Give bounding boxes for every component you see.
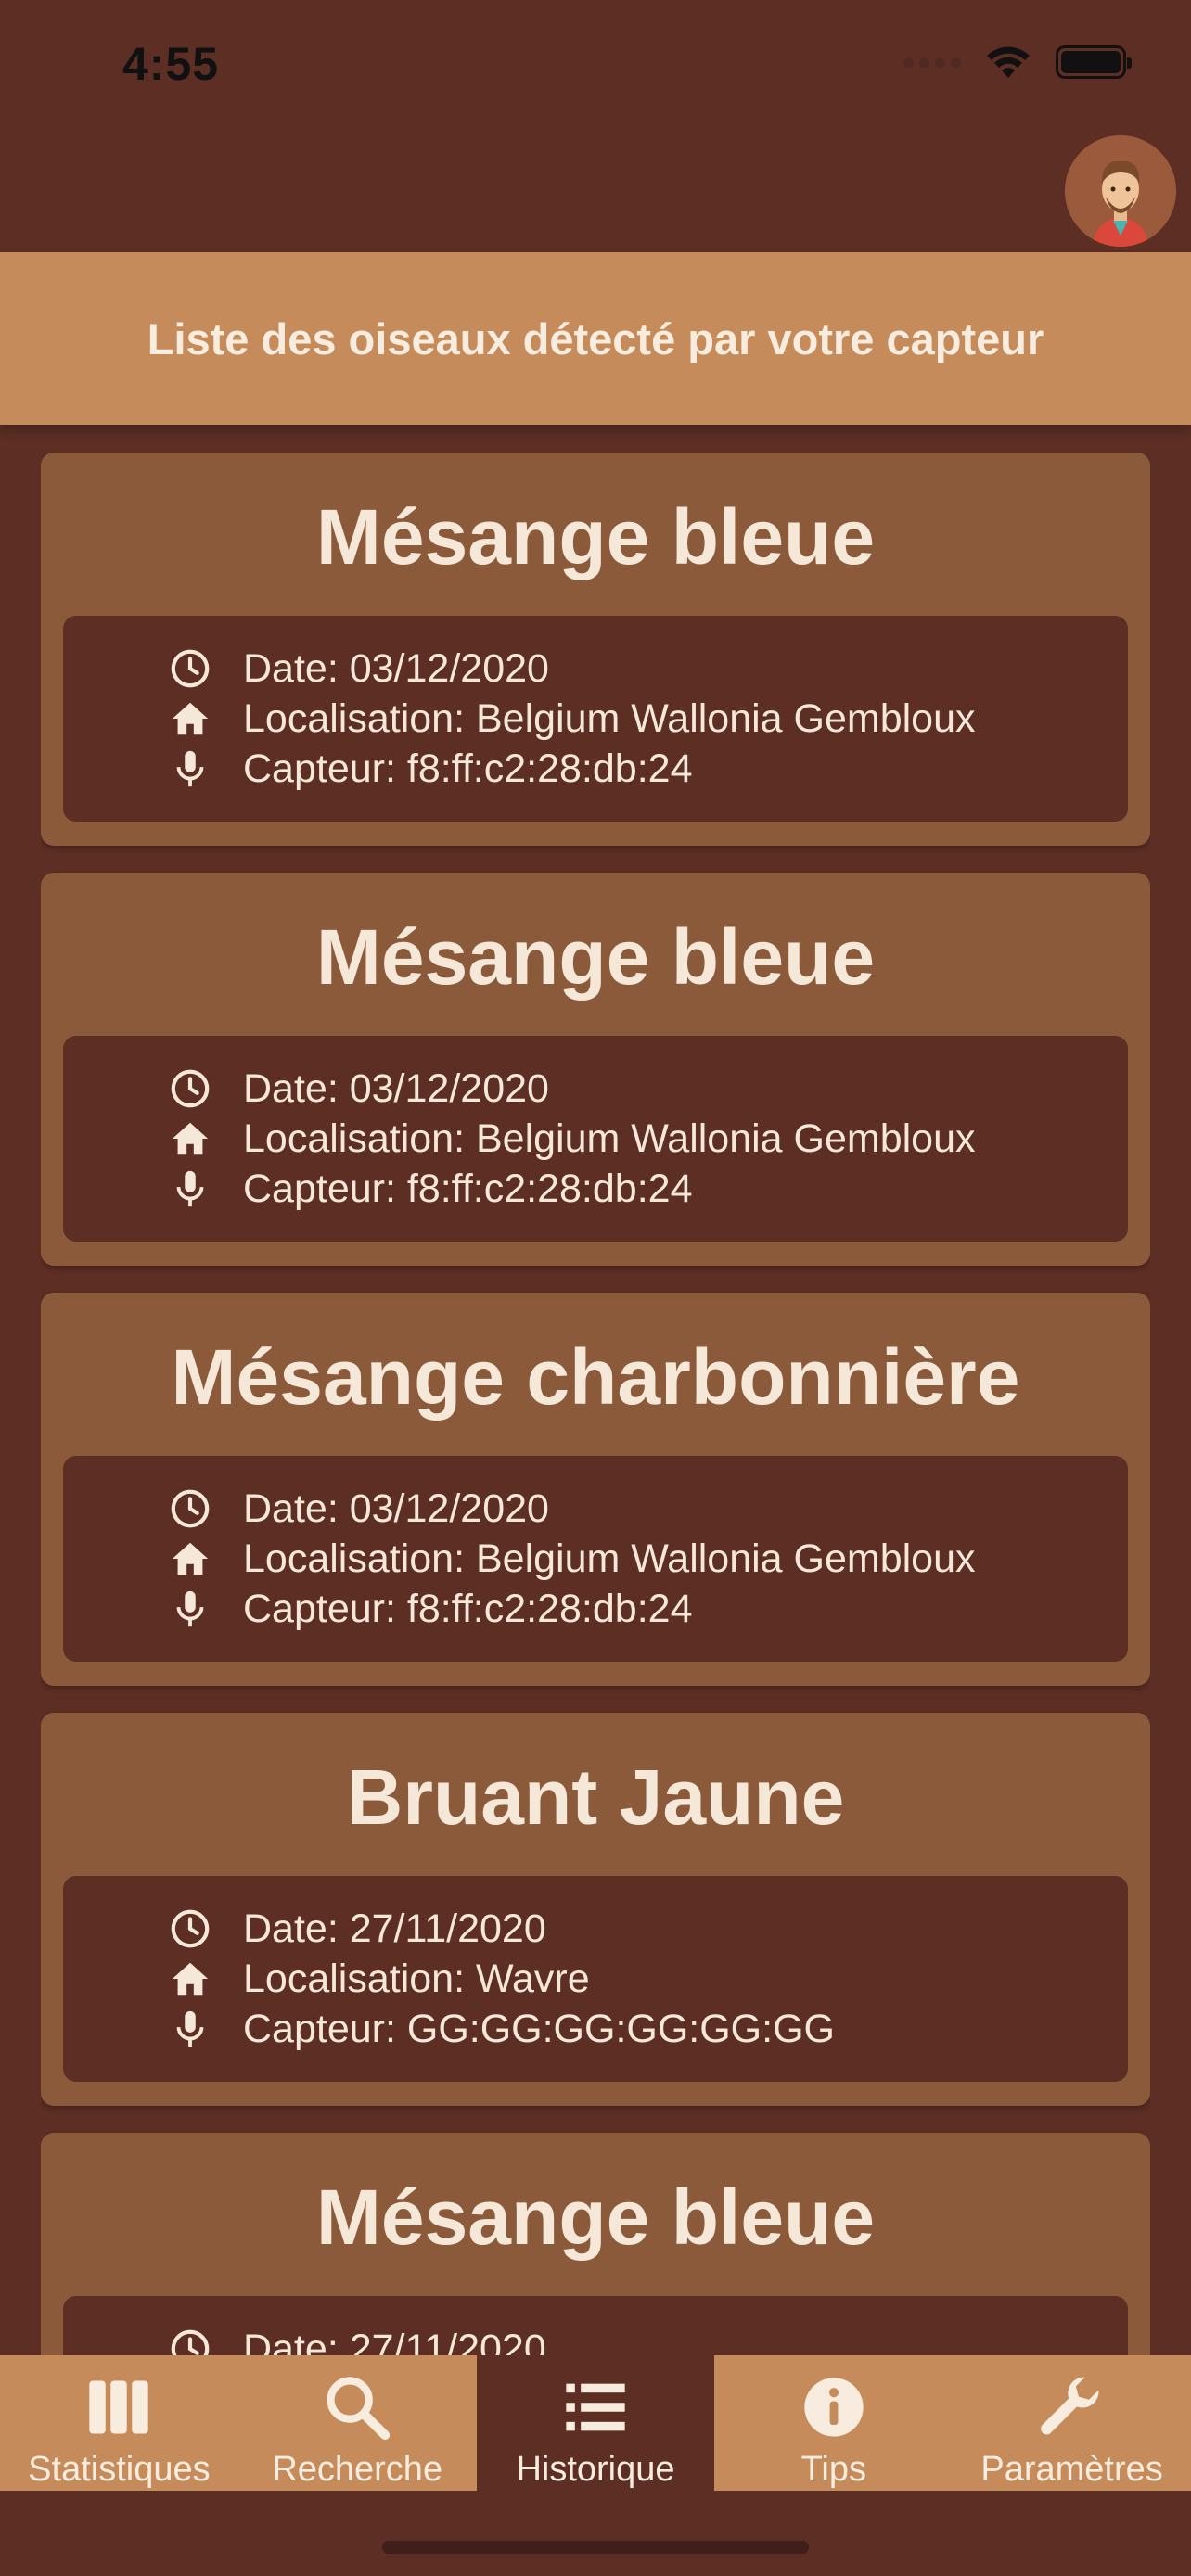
search-icon (320, 2372, 394, 2442)
status-time: 4:55 (122, 38, 220, 90)
tab-bar: Statistiques Recherche Historique Tips P… (0, 2355, 1191, 2491)
detection-date: Date: 03/12/2020 (243, 1486, 549, 1531)
detection-details: Date: 03/12/2020 Localisation: Belgium W… (63, 1036, 1128, 1242)
date-row: Date: 03/12/2020 (63, 1484, 1128, 1534)
date-row: Date: 03/12/2020 (63, 644, 1128, 694)
home-indicator[interactable] (382, 2541, 809, 2554)
wifi-icon (987, 46, 1030, 78)
bird-name: Mésange charbonnière (171, 1333, 1020, 1421)
location-row: Localisation: Wavre (63, 1954, 1128, 2004)
info-icon (797, 2372, 871, 2442)
detection-details: Date: 03/12/2020 Localisation: Belgium W… (63, 616, 1128, 822)
microphone-icon (165, 1164, 215, 1214)
cellular-signal-icon (903, 57, 961, 68)
location-row: Localisation: Belgium Wallonia Gembloux (63, 1534, 1128, 1584)
clock-icon (165, 1484, 215, 1534)
bird-name: Mésange bleue (315, 492, 876, 580)
status-icons (903, 45, 1132, 80)
date-row: Date: 27/11/2020 (63, 2324, 1128, 2355)
page-title: Liste des oiseaux détecté par votre capt… (147, 313, 1044, 363)
bird-name: Bruant Jaune (346, 1753, 845, 1841)
detection-location: Localisation: Belgium Wallonia Gembloux (243, 1536, 976, 1581)
home-icon (165, 1534, 215, 1584)
detection-sensor: Capteur: f8:ff:c2:28:db:24 (243, 1586, 693, 1631)
detection-card[interactable]: Mésange bleue Date: 03/12/2020 Localisat… (41, 453, 1150, 846)
status-bar: 4:55 (0, 0, 1191, 130)
detection-card[interactable]: Mésange bleue Date: 03/12/2020 Localisat… (41, 873, 1150, 1266)
microphone-icon (165, 1584, 215, 1634)
detection-details: Date: 27/11/2020 Localisation: Wavre Cap… (63, 1876, 1128, 2082)
tab-historique[interactable]: Historique (476, 2355, 715, 2491)
microphone-icon (165, 744, 215, 794)
detection-date: Date: 27/11/2020 (243, 2326, 546, 2356)
detection-card[interactable]: Bruant Jaune Date: 27/11/2020 Localisati… (41, 1713, 1150, 2106)
date-row: Date: 03/12/2020 (63, 1064, 1128, 1114)
location-row: Localisation: Belgium Wallonia Gembloux (63, 1114, 1128, 1164)
clock-icon (165, 2324, 215, 2355)
home-icon (165, 694, 215, 744)
bar-chart-icon (82, 2372, 156, 2442)
clock-icon (165, 1904, 215, 1954)
detection-card[interactable]: Mésange bleue Date: 27/11/2020 (41, 2133, 1150, 2355)
detection-card[interactable]: Mésange charbonnière Date: 03/12/2020 Lo… (41, 1293, 1150, 1686)
list-icon (558, 2372, 633, 2442)
avatar[interactable] (1065, 135, 1176, 247)
clock-icon (165, 644, 215, 694)
tab-parametres[interactable]: Paramètres (953, 2355, 1191, 2491)
tab-statistiques[interactable]: Statistiques (0, 2355, 238, 2491)
bird-name: Mésange bleue (315, 2173, 876, 2261)
date-row: Date: 27/11/2020 (63, 1904, 1128, 1954)
detection-location: Localisation: Belgium Wallonia Gembloux (243, 695, 976, 741)
detection-location: Localisation: Belgium Wallonia Gembloux (243, 1116, 976, 1161)
detection-date: Date: 03/12/2020 (243, 645, 549, 691)
battery-icon (1056, 45, 1132, 79)
detection-sensor: Capteur: f8:ff:c2:28:db:24 (243, 1166, 693, 1211)
detection-details: Date: 03/12/2020 Localisation: Belgium W… (63, 1456, 1128, 1662)
wrench-icon (1035, 2372, 1109, 2442)
sensor-row: Capteur: f8:ff:c2:28:db:24 (63, 1584, 1128, 1634)
tab-label: Recherche (272, 2450, 443, 2489)
bird-name: Mésange bleue (315, 912, 876, 1001)
home-icon (165, 1114, 215, 1164)
tab-label: Paramètres (980, 2450, 1163, 2489)
detection-location: Localisation: Wavre (243, 1956, 590, 2001)
detection-sensor: Capteur: GG:GG:GG:GG:GG:GG (243, 2006, 835, 2051)
detection-date: Date: 03/12/2020 (243, 1065, 549, 1111)
sensor-row: Capteur: f8:ff:c2:28:db:24 (63, 1164, 1128, 1214)
sensor-row: Capteur: GG:GG:GG:GG:GG:GG (63, 2004, 1128, 2054)
tab-tips[interactable]: Tips (714, 2355, 953, 2491)
microphone-icon (165, 2004, 215, 2054)
detection-date: Date: 27/11/2020 (243, 1906, 546, 1951)
tab-recherche[interactable]: Recherche (238, 2355, 477, 2491)
detection-list[interactable]: Mésange bleue Date: 03/12/2020 Localisat… (41, 453, 1150, 2355)
detection-details: Date: 27/11/2020 (63, 2296, 1128, 2355)
location-row: Localisation: Belgium Wallonia Gembloux (63, 694, 1128, 744)
header-banner: Liste des oiseaux détecté par votre capt… (0, 252, 1191, 425)
tab-label: Tips (800, 2450, 866, 2489)
sensor-row: Capteur: f8:ff:c2:28:db:24 (63, 744, 1128, 794)
user-avatar-icon (1065, 135, 1176, 247)
clock-icon (165, 1064, 215, 1114)
home-icon (165, 1954, 215, 2004)
tab-label: Statistiques (28, 2450, 211, 2489)
detection-sensor: Capteur: f8:ff:c2:28:db:24 (243, 746, 693, 791)
tab-label: Historique (516, 2450, 675, 2489)
